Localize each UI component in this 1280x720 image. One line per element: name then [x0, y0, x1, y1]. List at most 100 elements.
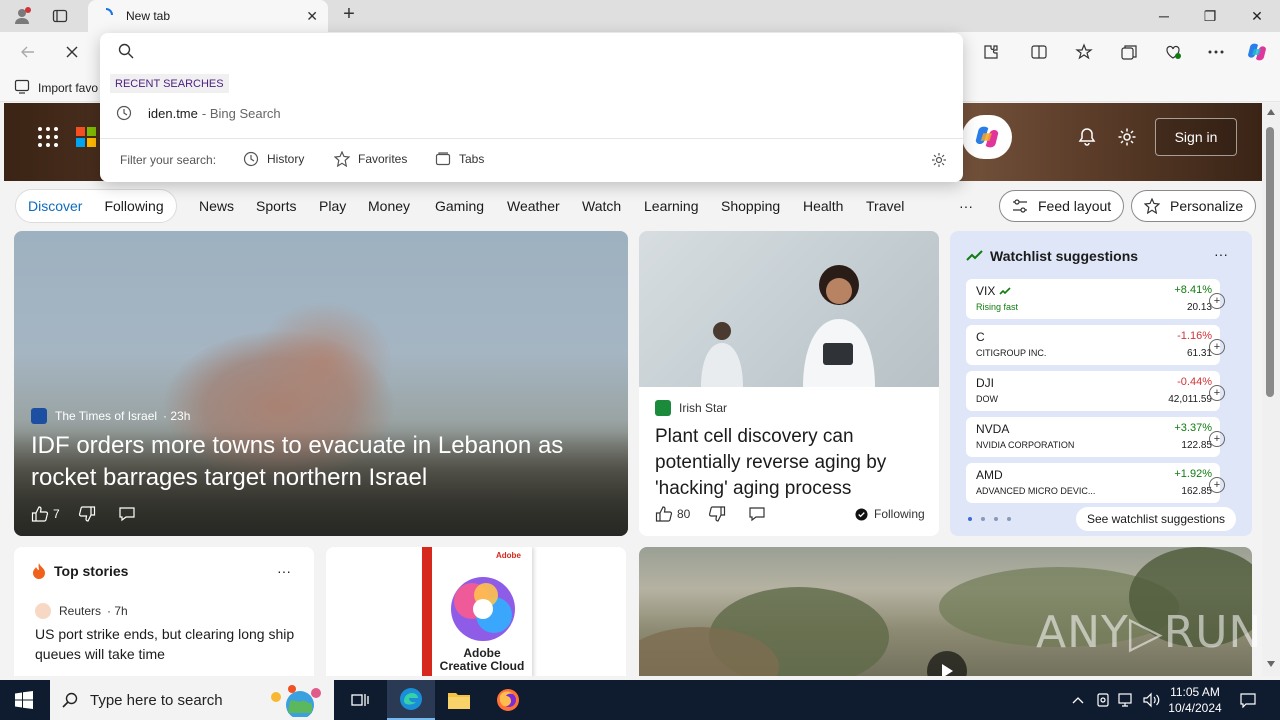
add-vix-plus-icon[interactable]: +	[1209, 293, 1225, 309]
stop-loading-icon[interactable]	[60, 40, 84, 64]
device-icon[interactable]	[1093, 680, 1113, 720]
tab-following[interactable]: Following	[104, 198, 163, 214]
watchlist-row-vix[interactable]: VIX Rising fast +8.41% 20.13	[966, 279, 1220, 319]
adobe-ad-card[interactable]: Adobe Adobe Creative Cloud	[326, 547, 626, 676]
close-window-button[interactable]: ✕	[1234, 0, 1280, 32]
add-c-plus-icon[interactable]: +	[1209, 339, 1225, 355]
task-view-icon[interactable]	[340, 680, 380, 720]
tab-actions-icon[interactable]	[50, 6, 70, 26]
apps-launcher-icon[interactable]	[38, 127, 58, 147]
notification-center-icon[interactable]	[1234, 680, 1262, 720]
comment-icon[interactable]	[118, 505, 136, 523]
carousel-dots[interactable]	[968, 517, 1011, 521]
search-settings-gear-icon[interactable]	[931, 152, 947, 171]
tab-new-tab[interactable]: New tab ✕	[88, 0, 328, 32]
times-of-israel-logo-icon	[31, 408, 47, 424]
comment-icon[interactable]	[748, 505, 766, 523]
start-windows-icon[interactable]	[0, 680, 48, 720]
stock-symbol: AMD	[976, 468, 1003, 482]
source-name: The Times of Israel	[55, 409, 158, 423]
top-stories-more-button[interactable]: ···	[277, 563, 291, 579]
page-scrollbar[interactable]	[1262, 103, 1280, 676]
copilot-search-icon[interactable]	[962, 115, 1012, 159]
tab-close-icon[interactable]: ✕	[306, 8, 318, 25]
nav-news[interactable]: News	[199, 198, 234, 214]
following-badge[interactable]: Following	[855, 507, 925, 521]
minimize-button[interactable]: ─	[1141, 0, 1187, 32]
nav-more-button[interactable]: ···	[959, 198, 973, 214]
profile-icon[interactable]	[12, 6, 32, 26]
watchlist-row-dji[interactable]: DJI DOW -0.44% 42,011.59	[966, 371, 1220, 411]
network-icon[interactable]	[1116, 680, 1138, 720]
nav-shopping[interactable]: Shopping	[721, 198, 780, 214]
nav-travel[interactable]: Travel	[866, 198, 904, 214]
thumbs-down-icon[interactable]	[78, 505, 96, 523]
smoke-image-detail	[254, 301, 394, 421]
plant-story-headline[interactable]: Plant cell discovery can potentially rev…	[655, 424, 927, 502]
thumbs-up-icon[interactable]	[655, 505, 673, 523]
page-settings-gear-icon[interactable]	[1115, 125, 1139, 149]
show-hidden-icons-chevron-icon[interactable]	[1068, 680, 1088, 720]
watchlist-row-amd[interactable]: AMD ADVANCED MICRO DEVIC... +1.92% 162.8…	[966, 463, 1220, 503]
scroll-up-icon[interactable]	[1267, 109, 1275, 115]
top-story-headline[interactable]: US port strike ends, but clearing long s…	[35, 624, 295, 664]
nav-learning[interactable]: Learning	[644, 198, 699, 214]
stock-subtitle: CITIGROUP INC.	[976, 348, 1047, 358]
add-amd-plus-icon[interactable]: +	[1209, 477, 1225, 493]
watchlist-row-c[interactable]: C CITIGROUP INC. -1.16% 61.31	[966, 325, 1220, 365]
split-screen-icon[interactable]	[1027, 40, 1051, 64]
copilot-icon[interactable]	[1245, 40, 1269, 64]
recent-search-item[interactable]: iden.tme - Bing Search	[116, 105, 281, 121]
plant-story-card[interactable]: Irish Star Plant cell discovery can pote…	[639, 231, 939, 536]
stock-change: +1.92%	[1174, 468, 1212, 480]
nav-play[interactable]: Play	[319, 198, 346, 214]
scroll-down-icon[interactable]	[1267, 661, 1275, 667]
top-stories-card: Top stories ··· Reuters · 7h US port str…	[14, 547, 314, 676]
see-watchlist-button[interactable]: See watchlist suggestions	[1076, 507, 1236, 531]
filter-tabs-button[interactable]: Tabs	[435, 151, 484, 167]
main-story-headline[interactable]: IDF orders more towns to evacuate in Leb…	[31, 430, 611, 494]
volume-icon[interactable]	[1140, 680, 1162, 720]
firefox-icon[interactable]	[484, 680, 532, 720]
collections-icon[interactable]	[1117, 40, 1141, 64]
edge-taskbar-icon[interactable]	[387, 680, 435, 720]
taskbar-search[interactable]: Type here to search	[50, 680, 334, 720]
nav-watch[interactable]: Watch	[582, 198, 621, 214]
clock-date: 10/4/2024	[1168, 701, 1222, 715]
filter-history-button[interactable]: History	[243, 151, 304, 167]
favorites-icon[interactable]	[1072, 40, 1096, 64]
thumbs-up-icon[interactable]	[31, 505, 49, 523]
filter-favorites-button[interactable]: Favorites	[334, 151, 407, 167]
stock-symbol: C	[976, 330, 985, 344]
back-icon[interactable]	[16, 40, 40, 64]
tab-discover[interactable]: Discover	[28, 198, 82, 214]
watchlist-more-button[interactable]: ···	[1214, 246, 1228, 262]
watchlist-card: Watchlist suggestions ··· VIX Rising fas…	[950, 231, 1252, 536]
search-icon	[118, 43, 134, 62]
adobe-product-name: Adobe Creative Cloud	[432, 647, 532, 673]
browser-essentials-icon[interactable]	[1161, 40, 1185, 64]
taskbar-clock[interactable]: 11:05 AM 10/4/2024	[1163, 684, 1227, 716]
personalize-button[interactable]: Personalize	[1131, 190, 1257, 222]
import-favorites-button[interactable]: Import favo	[14, 78, 98, 97]
restore-button[interactable]: ❐	[1187, 0, 1233, 32]
add-dji-plus-icon[interactable]: +	[1209, 385, 1225, 401]
extensions-icon[interactable]	[979, 40, 1003, 64]
sign-in-button[interactable]: Sign in	[1155, 118, 1237, 156]
address-input[interactable]	[144, 39, 944, 63]
settings-more-icon[interactable]	[1204, 40, 1228, 64]
notifications-bell-icon[interactable]	[1075, 125, 1099, 149]
thumbs-down-icon[interactable]	[708, 505, 726, 523]
nav-sports[interactable]: Sports	[256, 198, 296, 214]
new-tab-button[interactable]: +	[338, 4, 360, 26]
nav-gaming[interactable]: Gaming	[435, 198, 484, 214]
main-story-card[interactable]: The Times of Israel · 23h IDF orders mor…	[14, 231, 628, 536]
watchlist-row-nvda[interactable]: NVDA NVIDIA CORPORATION +3.37% 122.85	[966, 417, 1220, 457]
add-nvda-plus-icon[interactable]: +	[1209, 431, 1225, 447]
nav-money[interactable]: Money	[368, 198, 410, 214]
file-explorer-icon[interactable]	[435, 680, 483, 720]
scrollbar-thumb[interactable]	[1266, 127, 1274, 397]
feed-layout-button[interactable]: Feed layout	[999, 190, 1125, 222]
nav-health[interactable]: Health	[803, 198, 843, 214]
nav-weather[interactable]: Weather	[507, 198, 560, 214]
